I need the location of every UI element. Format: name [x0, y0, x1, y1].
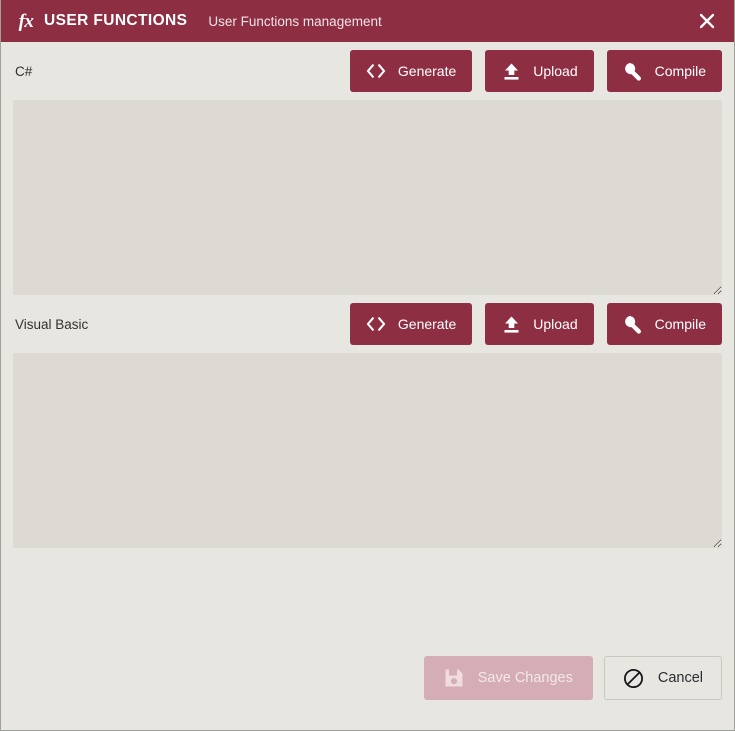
- no-entry-icon: [623, 667, 645, 689]
- cancel-button[interactable]: Cancel: [603, 656, 722, 700]
- dialog-footer: Save Changes Cancel: [1, 626, 734, 730]
- vb-compile-button[interactable]: Compile: [606, 303, 722, 345]
- csharp-generate-button[interactable]: Generate: [349, 50, 473, 92]
- close-button[interactable]: [680, 0, 734, 42]
- vb-generate-label: Generate: [397, 316, 457, 332]
- csharp-button-row: Generate Upload Compile: [349, 50, 722, 92]
- close-icon: [698, 12, 716, 30]
- save-floppy-icon: [444, 668, 465, 689]
- page-subtitle: User Functions management: [208, 13, 382, 29]
- user-functions-dialog: fx USER FUNCTIONS User Functions managem…: [0, 0, 735, 731]
- vb-generate-button[interactable]: Generate: [349, 303, 473, 345]
- code-brackets-icon: [366, 314, 386, 334]
- csharp-code-editor[interactable]: [13, 100, 722, 295]
- vb-button-row: Generate Upload Compile: [349, 303, 722, 345]
- vb-language-label: Visual Basic: [15, 316, 89, 332]
- upload-icon: [501, 61, 521, 81]
- vb-compile-label: Compile: [654, 316, 706, 332]
- save-changes-button[interactable]: Save Changes: [423, 656, 593, 700]
- save-changes-label: Save Changes: [477, 670, 573, 686]
- vb-upload-label: Upload: [533, 316, 578, 332]
- titlebar: fx USER FUNCTIONS User Functions managem…: [1, 0, 734, 42]
- cancel-label: Cancel: [657, 670, 703, 686]
- upload-icon: [501, 314, 521, 334]
- csharp-upload-button[interactable]: Upload: [485, 50, 594, 92]
- csharp-section-header: C# Generate Upload Compile: [13, 42, 722, 100]
- vb-code-editor[interactable]: [13, 353, 722, 548]
- vb-upload-button[interactable]: Upload: [485, 303, 594, 345]
- page-title: USER FUNCTIONS: [44, 12, 188, 29]
- csharp-generate-label: Generate: [397, 63, 457, 79]
- csharp-compile-label: Compile: [654, 63, 706, 79]
- wrench-icon: [623, 314, 643, 334]
- wrench-icon: [623, 61, 643, 81]
- code-brackets-icon: [366, 61, 386, 81]
- csharp-language-label: C#: [15, 63, 33, 79]
- csharp-upload-label: Upload: [533, 63, 578, 79]
- csharp-compile-button[interactable]: Compile: [606, 50, 722, 92]
- vb-section-header: Visual Basic Generate Upload Compile: [13, 295, 722, 353]
- dialog-body: C# Generate Upload Compile Visual Basic …: [1, 42, 734, 626]
- fx-icon: fx: [18, 10, 34, 32]
